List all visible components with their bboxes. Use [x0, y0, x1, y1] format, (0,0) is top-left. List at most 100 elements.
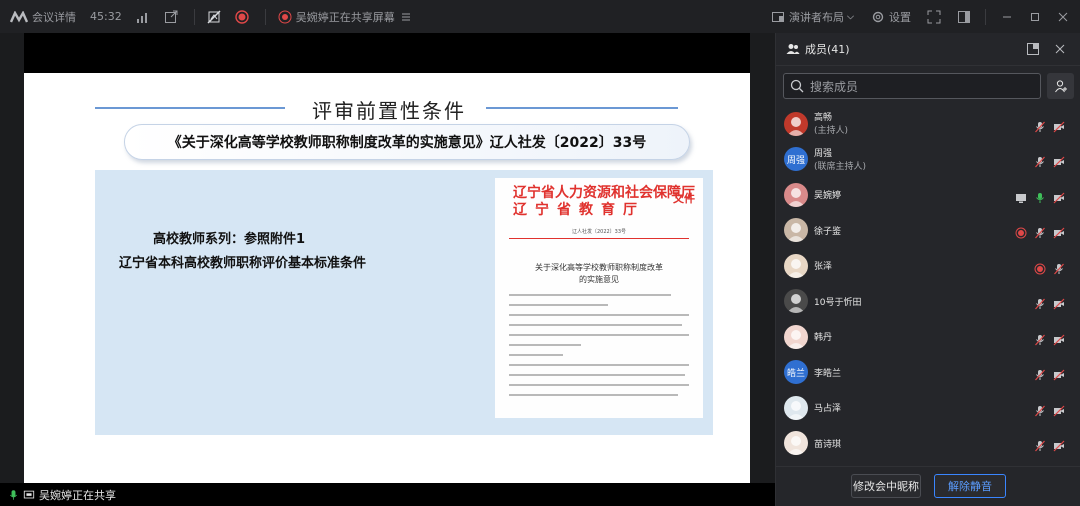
- camera-off-icon[interactable]: [1053, 153, 1065, 168]
- members-panel-title: 成员(41): [805, 43, 850, 56]
- member-row[interactable]: 张泽: [776, 248, 1080, 284]
- member-row[interactable]: 吴婉婷: [776, 177, 1080, 213]
- rename-button[interactable]: 修改会中昵称: [851, 474, 921, 498]
- document-body-text: [509, 294, 689, 404]
- app-logo-icon: [10, 10, 28, 22]
- member-name: 韩丹: [814, 333, 833, 344]
- avatar: [784, 324, 808, 349]
- screen-share-icon[interactable]: [1015, 189, 1027, 203]
- avatar: 周强: [784, 147, 808, 172]
- member-search-placeholder: 搜索成员: [810, 79, 859, 94]
- sharing-indicator-label: 吴婉婷正在共享: [39, 488, 116, 502]
- close-panel-icon[interactable]: [1053, 42, 1067, 56]
- members-icon: [786, 44, 800, 54]
- member-name: 张泽: [814, 262, 833, 273]
- mic-muted-icon[interactable]: [1034, 224, 1046, 239]
- mic-muted-icon[interactable]: [1034, 366, 1046, 381]
- member-search-input[interactable]: 搜索成员: [783, 73, 1041, 99]
- fullscreen-icon[interactable]: [927, 10, 941, 24]
- avatar: [784, 111, 808, 136]
- member-list: 高畅 (主持人) 周强 周强 (联席主持人) 吴婉婷徐子鉴张泽 10号于忻田 韩丹皓兰 李皓兰马…: [776, 106, 1080, 461]
- settings-button[interactable]: 设置: [871, 9, 911, 25]
- add-user-icon: [1054, 80, 1067, 93]
- member-row[interactable]: 苗诗琪: [776, 426, 1080, 462]
- stage-margin-top: [24, 33, 750, 73]
- slide-title: 评审前置性条件: [312, 99, 466, 123]
- top-bar: 会议详情 45:32 吴婉婷正在共享屏幕 演讲者布局 设置: [0, 0, 1080, 33]
- record-icon[interactable]: [235, 9, 249, 24]
- avatar: [784, 395, 808, 420]
- layout-icon: [772, 11, 784, 22]
- toolbar-divider: [264, 8, 266, 25]
- search-icon: [790, 79, 804, 93]
- signal-icon[interactable]: [136, 10, 150, 24]
- mic-on-icon[interactable]: [1034, 189, 1046, 203]
- pop-out-icon[interactable]: [1026, 42, 1040, 56]
- stop-sharing-icon[interactable]: [207, 9, 221, 24]
- sharing-status-label: 吴婉婷正在共享屏幕: [295, 10, 395, 24]
- sharing-indicator-bar: 吴婉婷正在共享: [0, 483, 775, 506]
- meeting-timer: 45:32: [90, 10, 122, 23]
- camera-off-icon[interactable]: [1053, 437, 1065, 452]
- avatar: [784, 182, 808, 207]
- title-rule-left: [95, 107, 285, 109]
- invite-member-button[interactable]: [1047, 73, 1074, 99]
- camera-off-icon[interactable]: [1053, 402, 1065, 417]
- member-name: 马占泽: [814, 404, 842, 415]
- member-row[interactable]: 高畅 (主持人): [776, 106, 1080, 142]
- camera-off-icon[interactable]: [1053, 331, 1065, 346]
- series-line: 高校教师系列：参照附件1: [153, 232, 306, 247]
- mic-muted-icon[interactable]: [1034, 402, 1046, 417]
- camera-off-icon[interactable]: [1053, 118, 1065, 133]
- member-name: 吴婉婷: [814, 191, 842, 202]
- member-row[interactable]: 10号于忻田: [776, 284, 1080, 320]
- unmute-button[interactable]: 解除静音: [934, 474, 1006, 498]
- minimize-icon[interactable]: [1000, 10, 1014, 24]
- document-title-1: 关于深化高等学校教师职称制度改革: [535, 263, 663, 272]
- avatar: [784, 289, 808, 314]
- member-name: 周强: [814, 148, 833, 159]
- sharing-status[interactable]: 吴婉婷正在共享屏幕: [278, 9, 413, 25]
- meeting-details-button[interactable]: 会议详情: [32, 9, 76, 25]
- camera-off-icon[interactable]: [1053, 295, 1065, 310]
- microphone-icon[interactable]: [8, 488, 19, 502]
- sidebar-toggle-icon[interactable]: [957, 10, 971, 24]
- camera-off-icon[interactable]: [1053, 224, 1065, 239]
- toolbar-divider: [985, 8, 986, 25]
- camera-off-icon[interactable]: [1053, 366, 1065, 381]
- mic-muted-icon[interactable]: [1034, 153, 1046, 168]
- members-panel-footer: 修改会中昵称 解除静音: [776, 466, 1080, 506]
- mic-muted-icon[interactable]: [1034, 118, 1046, 133]
- meeting-app: 会议详情 45:32 吴婉婷正在共享屏幕 演讲者布局 设置 评审前置性条件 《关…: [0, 0, 1080, 506]
- member-name: 10号于忻田: [814, 297, 862, 308]
- avatar: [784, 253, 808, 278]
- settings-label: 设置: [889, 10, 911, 24]
- chevron-down-icon: [847, 14, 854, 19]
- member-row[interactable]: 周强 周强 (联席主持人): [776, 142, 1080, 178]
- document-number: 辽人社发〔2022〕33号: [571, 229, 627, 235]
- member-role: (主持人): [814, 126, 849, 136]
- member-row[interactable]: 徐子鉴: [776, 213, 1080, 249]
- list-icon: [401, 13, 410, 20]
- camera-off-icon[interactable]: [1053, 189, 1065, 204]
- mic-muted-icon[interactable]: [1034, 437, 1046, 452]
- screen-share-status-icon: [278, 10, 292, 23]
- presenter-layout-button[interactable]: 演讲者布局: [771, 9, 855, 25]
- member-row[interactable]: 皓兰 李皓兰: [776, 355, 1080, 391]
- mic-muted-icon[interactable]: [1034, 295, 1046, 310]
- mic-muted-icon[interactable]: [1034, 331, 1046, 346]
- standard-line: 辽宁省本科高校教师职称评价基本标准条件: [119, 256, 367, 271]
- member-row[interactable]: 马占泽: [776, 390, 1080, 426]
- stage-margin-left: [0, 33, 24, 506]
- member-name: 李皓兰: [814, 368, 842, 379]
- presentation-slide: 评审前置性条件 《关于深化高等学校教师职称制度改革的实施意见》辽人社发〔2022…: [24, 73, 750, 483]
- mic-muted-icon[interactable]: [1053, 260, 1065, 275]
- member-row[interactable]: 韩丹: [776, 319, 1080, 355]
- share-out-icon[interactable]: [164, 10, 178, 24]
- recording-icon[interactable]: [1034, 260, 1046, 275]
- meeting-details-label: 会议详情: [32, 10, 76, 24]
- member-role: (联席主持人): [814, 161, 867, 172]
- close-icon[interactable]: [1056, 10, 1070, 24]
- recording-icon[interactable]: [1015, 224, 1027, 239]
- maximize-icon[interactable]: [1028, 10, 1042, 24]
